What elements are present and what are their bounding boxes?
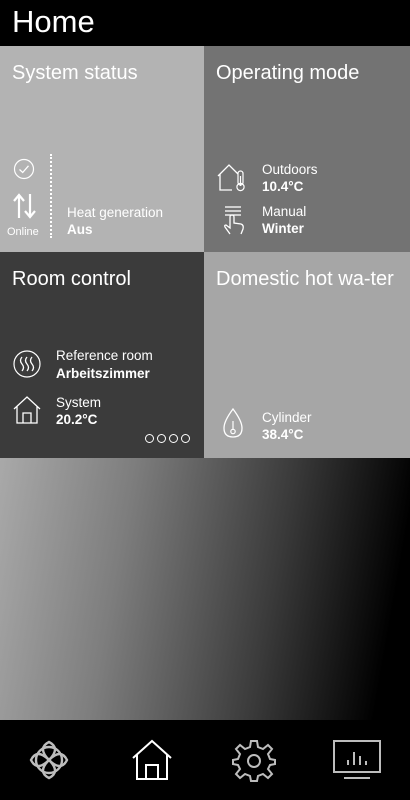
domestic-hot-water-tile[interactable]: Domestic hot wa-ter Cylinder 38.4°C: [204, 252, 410, 458]
monitor-chart-icon[interactable]: [332, 738, 382, 782]
system-status-title: System status: [12, 62, 138, 84]
home-icon[interactable]: [130, 738, 174, 782]
reference-room-value: Arbeitszimmer: [56, 366, 150, 381]
manual-hand-icon: [224, 206, 244, 235]
manual-label: Manual: [262, 204, 307, 219]
system-label: System: [56, 395, 102, 410]
domestic-hot-water-title: Domestic hot wa-ter: [216, 268, 394, 290]
operating-mode-tile[interactable]: Operating mode Outdoors 10.4°C Manual Wi…: [204, 46, 410, 252]
page-dot[interactable]: [157, 434, 166, 443]
room-control-tile[interactable]: Room control Reference room Arbeitszimme…: [0, 252, 204, 458]
house-thermometer-icon: [217, 164, 245, 192]
room-control-title: Room control: [12, 268, 131, 290]
page-dot[interactable]: [169, 434, 178, 443]
transfer-arrows-icon: [13, 193, 36, 219]
heating-waves-icon: [13, 350, 41, 378]
gear-icon[interactable]: [232, 738, 276, 782]
page-title: Home: [12, 4, 95, 39]
cylinder-value: 38.4°C: [262, 427, 304, 442]
water-drop-thermometer-icon: [223, 407, 243, 438]
status-divider: [50, 154, 52, 238]
system-value: 20.2°C: [56, 412, 98, 427]
page-dot[interactable]: [181, 434, 190, 443]
online-label: Online: [7, 226, 39, 238]
celtic-knot-icon[interactable]: [27, 738, 71, 782]
page-indicator[interactable]: [145, 434, 190, 443]
cylinder-label: Cylinder: [262, 410, 312, 425]
check-circle-icon: [13, 158, 35, 180]
background-gradient: [0, 458, 410, 720]
outdoors-value: 10.4°C: [262, 179, 304, 194]
heat-generation-value: Aus: [67, 222, 93, 237]
manual-value: Winter: [262, 221, 304, 236]
operating-mode-title: Operating mode: [216, 62, 360, 84]
outdoors-label: Outdoors: [262, 162, 318, 177]
page-dot[interactable]: [145, 434, 154, 443]
app-header: Home: [0, 0, 410, 46]
system-status-tile[interactable]: System status Online Heat generation Aus: [0, 46, 204, 252]
reference-room-label: Reference room: [56, 348, 153, 363]
house-icon: [13, 396, 41, 424]
bottom-navigation: [0, 720, 410, 800]
heat-generation-label: Heat generation: [67, 205, 164, 220]
